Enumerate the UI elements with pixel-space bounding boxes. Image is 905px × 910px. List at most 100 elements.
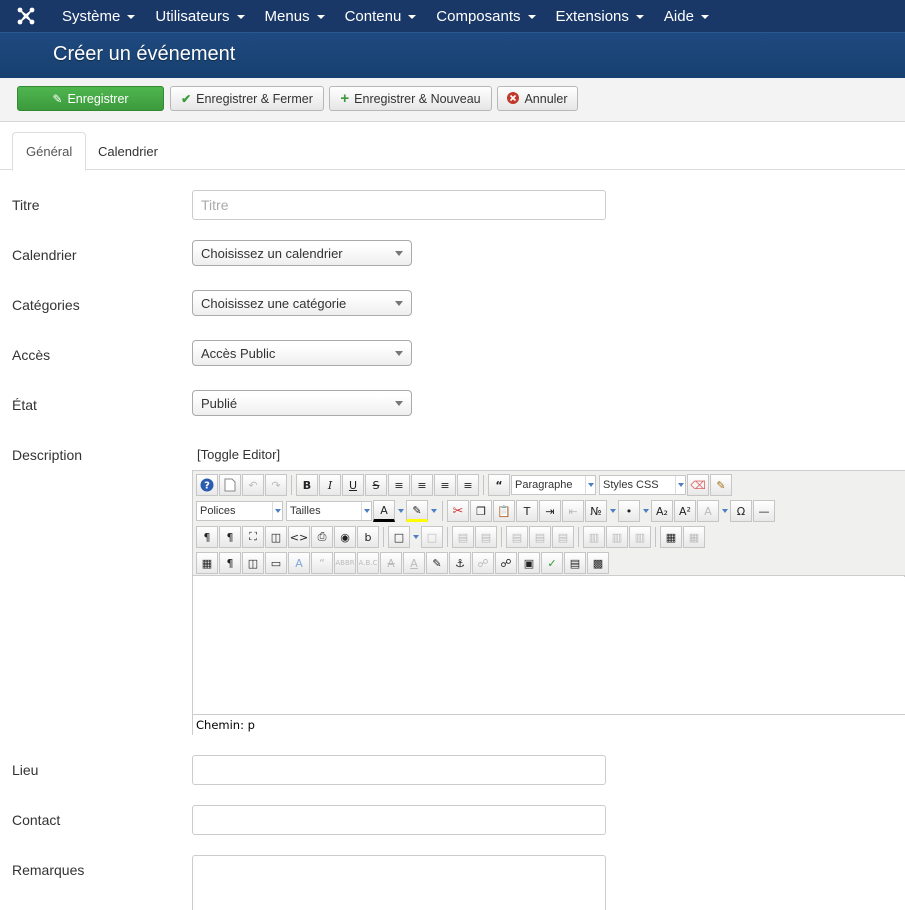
table-props-icon[interactable]: ▦: [683, 526, 705, 548]
insert-table-icon[interactable]: ▦: [660, 526, 682, 548]
insert-col-after-icon[interactable]: ▥: [606, 526, 628, 548]
insert-row-after-icon[interactable]: ▤: [529, 526, 551, 548]
delete-layer-icon[interactable]: □: [421, 526, 443, 548]
menu-systeme[interactable]: Système: [52, 0, 145, 32]
new-document-icon[interactable]: [219, 474, 241, 496]
save-close-button[interactable]: ✔ Enregistrer & Fermer: [170, 86, 324, 111]
numbered-list-dropdown-icon[interactable]: [608, 500, 617, 522]
title-input[interactable]: [192, 190, 606, 220]
access-select[interactable]: Accès Public: [192, 340, 412, 366]
bullet-list-dropdown-icon[interactable]: [641, 500, 650, 522]
rtl-icon[interactable]: ¶: [219, 526, 241, 548]
italic-icon[interactable]: I: [319, 474, 341, 496]
eraser-icon[interactable]: ⌫: [687, 474, 709, 496]
joomla-logo-icon[interactable]: [0, 0, 52, 32]
align-left-icon[interactable]: ≡: [434, 474, 456, 496]
categories-select[interactable]: Choisissez une catégorie: [192, 290, 412, 316]
menu-composants[interactable]: Composants: [426, 0, 545, 32]
strikethrough-icon[interactable]: S: [365, 474, 387, 496]
fonts-select[interactable]: Polices: [196, 501, 283, 521]
media-icon[interactable]: ▤: [564, 552, 586, 574]
blockquote-icon[interactable]: “: [488, 474, 510, 496]
table-row-props-icon[interactable]: ▤: [452, 526, 474, 548]
text-color-icon[interactable]: A: [373, 500, 395, 522]
save-new-button[interactable]: + Enregistrer & Nouveau: [329, 86, 492, 111]
ltr-icon[interactable]: ¶: [196, 526, 218, 548]
align-justify-icon[interactable]: ≡: [388, 474, 410, 496]
page-break-icon[interactable]: ▭: [265, 552, 287, 574]
show-blocks-icon[interactable]: ¶: [219, 552, 241, 574]
tab-general[interactable]: Général: [12, 132, 87, 171]
acronym-icon[interactable]: A.B.C: [357, 552, 379, 574]
menu-menus[interactable]: Menus: [255, 0, 335, 32]
insertion-icon[interactable]: A: [403, 552, 425, 574]
undo-icon[interactable]: ↶: [242, 474, 264, 496]
delete-col-icon[interactable]: ▥: [629, 526, 651, 548]
state-select[interactable]: Publié: [192, 390, 412, 416]
cut-icon[interactable]: ✂: [447, 500, 469, 522]
delete-row-icon[interactable]: ▤: [552, 526, 574, 548]
menu-utilisateurs[interactable]: Utilisateurs: [145, 0, 254, 32]
toggle-editor-link[interactable]: [Toggle Editor]: [197, 447, 280, 462]
menu-aide[interactable]: Aide: [654, 0, 719, 32]
cancel-button[interactable]: Annuler: [497, 86, 578, 111]
attributes-icon[interactable]: ✎: [426, 552, 448, 574]
print-icon[interactable]: ⎙: [311, 526, 333, 548]
insert-layer-icon[interactable]: □: [388, 526, 410, 548]
code-icon[interactable]: <>: [288, 526, 310, 548]
align-center-icon[interactable]: ≡: [411, 474, 433, 496]
unlink-icon[interactable]: ☍: [472, 552, 494, 574]
tab-calendrier[interactable]: Calendrier: [85, 132, 171, 170]
copy-icon[interactable]: ❐: [470, 500, 492, 522]
special-char-icon[interactable]: Ω: [730, 500, 752, 522]
layer-dropdown-icon[interactable]: [411, 526, 420, 548]
deletion-icon[interactable]: A: [380, 552, 402, 574]
location-input[interactable]: [192, 755, 606, 785]
paste-icon[interactable]: 📋: [493, 500, 515, 522]
superscript-icon[interactable]: A²: [674, 500, 696, 522]
unknown-dim-dropdown-icon[interactable]: [720, 500, 729, 522]
non-breaking-icon[interactable]: ▩: [587, 552, 609, 574]
spellcheck-icon[interactable]: ✓: [541, 552, 563, 574]
replace-icon[interactable]: b: [357, 526, 379, 548]
subscript-icon[interactable]: A₂: [651, 500, 673, 522]
cite-icon[interactable]: “: [311, 552, 333, 574]
underline-icon[interactable]: U: [342, 474, 364, 496]
format-select[interactable]: Paragraphe: [511, 475, 596, 495]
menu-extensions[interactable]: Extensions: [546, 0, 654, 32]
table-cell-props-icon[interactable]: ▤: [475, 526, 497, 548]
bullet-list-icon[interactable]: •: [618, 500, 640, 522]
visual-aid-icon[interactable]: ▦: [196, 552, 218, 574]
find-icon[interactable]: ◉: [334, 526, 356, 548]
editor-content-area[interactable]: [193, 577, 905, 714]
sizes-select[interactable]: Tailles: [286, 501, 372, 521]
template-icon[interactable]: ◫: [242, 552, 264, 574]
style-props-icon[interactable]: A: [288, 552, 310, 574]
save-button[interactable]: ✎ Enregistrer: [17, 86, 164, 111]
insert-col-before-icon[interactable]: ▥: [583, 526, 605, 548]
fullscreen-icon[interactable]: ⛶: [242, 526, 264, 548]
menu-contenu[interactable]: Contenu: [335, 0, 427, 32]
contact-input[interactable]: [192, 805, 606, 835]
calendar-select[interactable]: Choisissez un calendrier: [192, 240, 412, 266]
unknown-dim-icon[interactable]: A: [697, 500, 719, 522]
text-color-dropdown-icon[interactable]: [396, 500, 405, 522]
align-right-icon[interactable]: ≡: [457, 474, 479, 496]
numbered-list-icon[interactable]: №: [585, 500, 607, 522]
outdent-icon[interactable]: ⇤: [562, 500, 584, 522]
paste-text-icon[interactable]: T: [516, 500, 538, 522]
redo-icon[interactable]: ↷: [265, 474, 287, 496]
remarks-textarea[interactable]: [192, 855, 606, 910]
insert-row-before-icon[interactable]: ▤: [506, 526, 528, 548]
styles-select[interactable]: Styles CSS: [599, 475, 686, 495]
cleanup-brush-icon[interactable]: ✎: [710, 474, 732, 496]
horizontal-rule-icon[interactable]: —: [753, 500, 775, 522]
image-icon[interactable]: ▣: [518, 552, 540, 574]
anchor-icon[interactable]: ⚓: [449, 552, 471, 574]
preview-icon[interactable]: ◫: [265, 526, 287, 548]
help-icon[interactable]: ?: [196, 474, 218, 496]
abbr-icon[interactable]: ABBR: [334, 552, 356, 574]
highlight-color-icon[interactable]: ✎: [406, 500, 428, 522]
link-icon[interactable]: ☍: [495, 552, 517, 574]
indent-icon[interactable]: ⇥: [539, 500, 561, 522]
